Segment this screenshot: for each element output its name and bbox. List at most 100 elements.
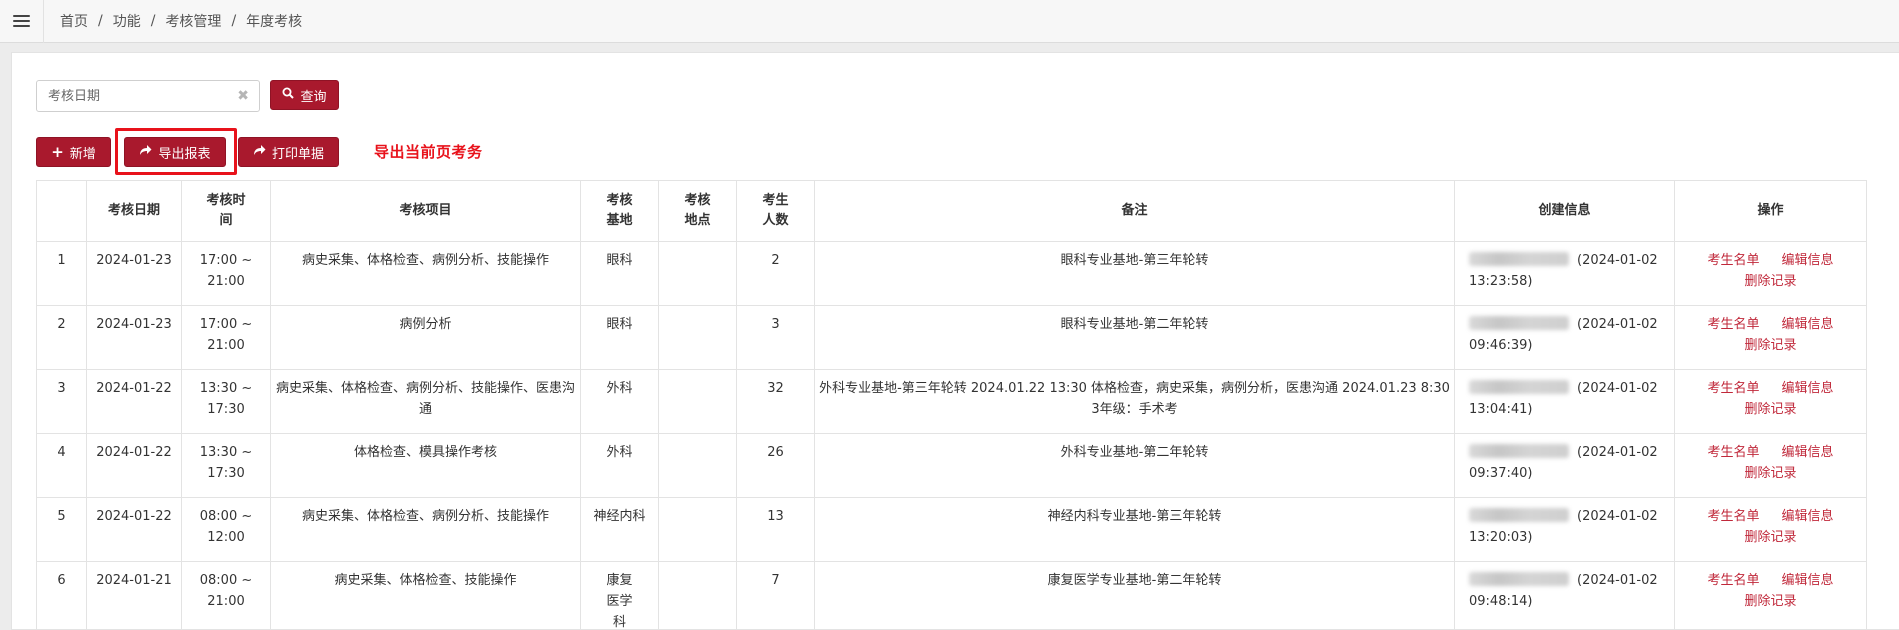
row-index: 2 <box>36 305 87 370</box>
print-receipt-button[interactable]: 打印单据 <box>238 137 339 167</box>
row-exam-date: 2024-01-22 <box>86 433 182 498</box>
row-exam-place <box>658 369 737 434</box>
edit-info-link[interactable]: 编辑信息 <box>1782 314 1834 335</box>
row-exam-items: 病史采集、体格检查、病例分析、技能操作、医患沟通 <box>270 369 581 434</box>
row-exam-time-start: 17:00 ~ <box>199 253 253 268</box>
column-header-created-info: 创建信息 <box>1454 180 1675 242</box>
row-created-info: (2024-01-02 09:46:39) <box>1454 305 1675 370</box>
delete-record-link[interactable]: 删除记录 <box>1744 466 1796 481</box>
breadcrumb-separator: / <box>98 13 103 29</box>
student-list-link[interactable]: 考生名单 <box>1707 442 1759 463</box>
annotation-text: 导出当前页考务 <box>374 143 483 161</box>
row-created-info: (2024-01-02 09:37:40) <box>1454 433 1675 498</box>
row-exam-place <box>658 241 737 306</box>
delete-record-link[interactable]: 删除记录 <box>1744 338 1796 353</box>
row-exam-date: 2024-01-22 <box>86 369 182 434</box>
clear-icon[interactable]: ✖ <box>237 88 249 104</box>
row-remark: 眼科专业基地-第二年轮转 <box>814 305 1455 370</box>
export-report-button[interactable]: 导出报表 <box>124 137 226 167</box>
student-list-link[interactable]: 考生名单 <box>1707 250 1759 271</box>
delete-record-link[interactable]: 删除记录 <box>1744 530 1796 545</box>
share-icon <box>139 144 152 160</box>
edit-info-link[interactable]: 编辑信息 <box>1782 442 1834 463</box>
row-created-time-2: 13:04:41) <box>1469 402 1533 417</box>
column-header-exam-base-label: 考核基地 <box>606 193 633 228</box>
row-exam-time-end: 17:30 <box>207 466 245 481</box>
breadcrumb-separator: / <box>231 13 237 29</box>
print-button-label: 打印单据 <box>271 146 324 162</box>
row-created-time-1: (2024-01-02 <box>1577 381 1658 396</box>
row-index: 1 <box>36 241 87 306</box>
row-index: 4 <box>36 433 87 498</box>
exam-table-container: 考核日期 考核时间 考核项目 考核基地 考核地点 考生人数 备注 创建信息 操作… <box>36 180 1867 630</box>
row-exam-date: 2024-01-21 <box>86 561 182 630</box>
redacted-creator <box>1469 508 1569 522</box>
row-created-info: (2024-01-02 13:04:41) <box>1454 369 1675 434</box>
row-index: 5 <box>36 497 87 562</box>
edit-info-link[interactable]: 编辑信息 <box>1782 506 1834 527</box>
row-exam-items: 体格检查、模具操作考核 <box>270 433 581 498</box>
student-list-link[interactable]: 考生名单 <box>1707 314 1759 335</box>
main-panel: ✖ 查询 + 新增 导出报表 打印单据 导出当前页考务 <box>11 52 1899 630</box>
edit-info-link[interactable]: 编辑信息 <box>1782 378 1834 399</box>
row-student-count: 32 <box>736 369 815 434</box>
exam-table: 考核日期 考核时间 考核项目 考核基地 考核地点 考生人数 备注 创建信息 操作… <box>36 180 1867 630</box>
row-exam-time-start: 08:00 ~ <box>199 509 253 524</box>
row-student-count: 7 <box>736 561 815 630</box>
edit-info-link[interactable]: 编辑信息 <box>1782 570 1834 591</box>
add-button-label: 新增 <box>69 146 96 162</box>
table-row: 3 2024-01-22 13:30 ~ 17:30 病史采集、体格检查、病例分析… <box>36 369 1867 434</box>
student-list-link[interactable]: 考生名单 <box>1707 506 1759 527</box>
row-exam-date: 2024-01-23 <box>86 305 182 370</box>
row-created-time-2: 09:48:14) <box>1469 594 1533 609</box>
row-index: 6 <box>36 561 87 630</box>
row-created-time-2: 09:46:39) <box>1469 338 1533 353</box>
row-remark: 外科专业基地-第三年轮转 2024.01.22 13:30 体格检查，病史采集，… <box>814 369 1455 434</box>
row-index: 3 <box>36 369 87 434</box>
table-row: 5 2024-01-22 08:00 ~ 12:00 病史采集、体格检查、病例分析… <box>36 497 1867 562</box>
add-button[interactable]: + 新增 <box>36 137 111 167</box>
row-exam-items: 病史采集、体格检查、病例分析、技能操作 <box>270 241 581 306</box>
edit-info-link[interactable]: 编辑信息 <box>1782 250 1834 271</box>
row-exam-time-end: 17:30 <box>207 402 245 417</box>
column-header-exam-time-label: 考核时间 <box>206 193 246 228</box>
row-exam-date: 2024-01-23 <box>86 241 182 306</box>
row-exam-base: 外科 <box>580 433 659 498</box>
row-student-count: 2 <box>736 241 815 306</box>
row-operations: 考生名单 编辑信息删除记录 <box>1674 369 1867 434</box>
redacted-creator <box>1469 316 1569 330</box>
column-header-exam-place-label: 考核地点 <box>684 193 711 228</box>
student-list-link[interactable]: 考生名单 <box>1707 570 1759 591</box>
row-created-time-2: 13:23:58) <box>1469 274 1533 289</box>
row-exam-time: 08:00 ~ 21:00 <box>181 561 271 630</box>
search-icon <box>282 87 295 103</box>
menu-toggle-button[interactable] <box>0 0 44 43</box>
search-button[interactable]: 查询 <box>270 80 339 110</box>
row-exam-time: 08:00 ~ 12:00 <box>181 497 271 562</box>
delete-record-link[interactable]: 删除记录 <box>1744 594 1796 609</box>
redacted-creator <box>1469 252 1569 266</box>
row-exam-place <box>658 497 737 562</box>
row-exam-items: 病史采集、体格检查、病例分析、技能操作 <box>270 497 581 562</box>
delete-record-link[interactable]: 删除记录 <box>1744 274 1796 289</box>
breadcrumb-home[interactable]: 首页 <box>60 11 88 31</box>
column-header-exam-place: 考核地点 <box>658 180 737 242</box>
column-header-exam-items: 考核项目 <box>270 180 581 242</box>
table-row: 6 2024-01-21 08:00 ~ 21:00 病史采集、体格检查、技能操作… <box>36 561 1867 630</box>
exam-date-search: ✖ <box>36 80 260 112</box>
redacted-creator <box>1469 572 1569 586</box>
student-list-link[interactable]: 考生名单 <box>1707 378 1759 399</box>
row-exam-items: 病例分析 <box>270 305 581 370</box>
column-header-student-count-label: 考生人数 <box>762 193 789 228</box>
row-exam-base: 眼科 <box>580 241 659 306</box>
row-exam-time: 13:30 ~ 17:30 <box>181 433 271 498</box>
row-exam-time-end: 21:00 <box>207 594 245 609</box>
breadcrumb-function[interactable]: 功能 <box>113 11 141 31</box>
breadcrumb-exam-management[interactable]: 考核管理 <box>165 11 221 31</box>
table-header-row: 考核日期 考核时间 考核项目 考核基地 考核地点 考生人数 备注 创建信息 操作 <box>36 180 1867 242</box>
row-created-time-1: (2024-01-02 <box>1577 253 1658 268</box>
delete-record-link[interactable]: 删除记录 <box>1744 402 1796 417</box>
row-exam-place <box>658 433 737 498</box>
exam-date-input[interactable] <box>48 88 228 104</box>
row-exam-base: 眼科 <box>580 305 659 370</box>
